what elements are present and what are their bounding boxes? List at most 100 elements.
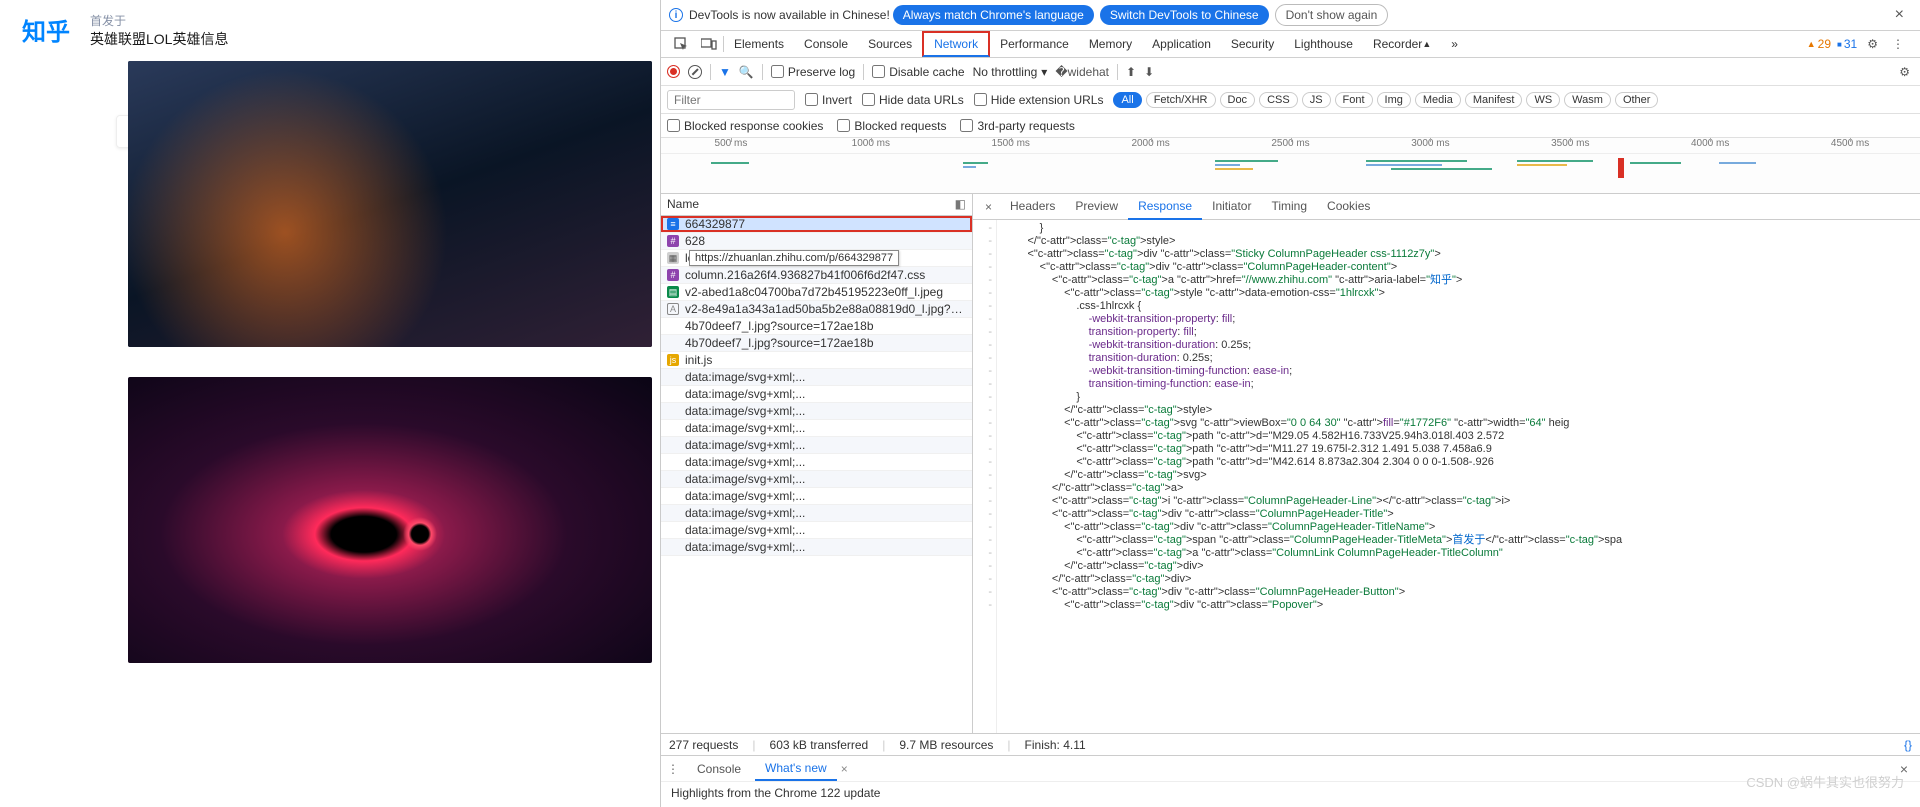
drawer-console-tab[interactable]: Console: [687, 758, 751, 780]
blocked-requests[interactable]: Blocked requests: [837, 119, 946, 133]
match-lang-button[interactable]: Always match Chrome's language: [893, 5, 1094, 25]
type-chip-ws[interactable]: WS: [1526, 92, 1560, 108]
disable-cache[interactable]: Disable cache: [872, 65, 964, 79]
request-row[interactable]: data:image/svg+xml;...: [661, 539, 972, 556]
throttling-select[interactable]: No throttling ▾: [973, 65, 1048, 79]
waterfall-toggle-icon[interactable]: ◧: [955, 197, 966, 211]
filter-icon[interactable]: ▼: [719, 65, 731, 79]
zhihu-logo[interactable]: 知乎: [22, 12, 70, 47]
type-chip-other[interactable]: Other: [1615, 92, 1659, 108]
column-title[interactable]: 英雄联盟LOL英雄信息: [90, 29, 228, 49]
requests-column: Name ◧ ≡664329877#628https://zhuanlan.zh…: [661, 194, 973, 733]
type-chip-all[interactable]: All: [1113, 92, 1141, 108]
type-chip-css[interactable]: CSS: [1259, 92, 1298, 108]
timeline-tick: 4000 ms: [1640, 138, 1780, 153]
divider: [710, 64, 711, 80]
type-chip-js[interactable]: JS: [1302, 92, 1331, 108]
kebab-icon[interactable]: ⋮: [1888, 35, 1908, 53]
response-body[interactable]: - - - - - - - - - - - - - - - - - - - - …: [973, 220, 1920, 733]
request-row[interactable]: data:image/svg+xml;...: [661, 403, 972, 420]
detail-tab-headers[interactable]: Headers: [1000, 194, 1065, 220]
blank-icon: [667, 371, 679, 383]
switch-cn-button[interactable]: Switch DevTools to Chinese: [1100, 5, 1269, 25]
request-row[interactable]: data:image/svg+xml;...: [661, 437, 972, 454]
request-row[interactable]: ▤v2-abed1a8c04700ba7d72b45195223e0ff_l.j…: [661, 284, 972, 301]
search-icon[interactable]: 🔍: [739, 65, 754, 79]
drawer-kebab-icon[interactable]: ⋮: [667, 762, 679, 776]
request-row[interactable]: data:image/svg+xml;...: [661, 369, 972, 386]
issues-badge[interactable]: 31: [1837, 37, 1857, 51]
img-icon: ▤: [667, 286, 679, 298]
third-party[interactable]: 3rd-party requests: [960, 119, 1074, 133]
type-chip-font[interactable]: Font: [1335, 92, 1373, 108]
close-detail-icon[interactable]: ×: [977, 196, 1000, 218]
download-icon[interactable]: ⬇: [1144, 65, 1154, 79]
drawer-whatsnew-tab[interactable]: What's new: [755, 757, 837, 781]
article-image-1[interactable]: [128, 61, 652, 347]
type-chip-img[interactable]: Img: [1377, 92, 1411, 108]
inspect-icon[interactable]: [673, 37, 689, 51]
tab-network[interactable]: Network: [922, 31, 990, 57]
name-header[interactable]: Name ◧: [661, 194, 972, 216]
type-chip-fetchxhr[interactable]: Fetch/XHR: [1146, 92, 1216, 108]
article-image-2[interactable]: [128, 377, 652, 663]
detail-tab-initiator[interactable]: Initiator: [1202, 194, 1261, 220]
detail-tab-timing[interactable]: Timing: [1261, 194, 1317, 220]
request-row[interactable]: 4b70deef7_l.jpg?source=172ae18b: [661, 335, 972, 352]
tab-security[interactable]: Security: [1221, 31, 1284, 57]
request-row[interactable]: ≡664329877: [661, 216, 972, 233]
response-code[interactable]: } </"c-attr">class="c-tag">style> <"c-at…: [997, 220, 1920, 733]
request-row[interactable]: data:image/svg+xml;...: [661, 505, 972, 522]
request-row[interactable]: 4b70deef7_l.jpg?source=172ae18b: [661, 318, 972, 335]
type-chip-media[interactable]: Media: [1415, 92, 1461, 108]
network-toolbar: ▼ 🔍 Preserve log Disable cache No thrott…: [661, 58, 1920, 86]
preserve-log[interactable]: Preserve log: [771, 65, 855, 79]
type-chip-wasm[interactable]: Wasm: [1564, 92, 1611, 108]
gear-icon[interactable]: ⚙: [1863, 35, 1882, 53]
request-row[interactable]: data:image/svg+xml;...: [661, 454, 972, 471]
timeline[interactable]: 500 ms1000 ms1500 ms2000 ms2500 ms3000 m…: [661, 138, 1920, 194]
network-settings-icon[interactable]: ⚙: [1895, 63, 1914, 81]
record-button[interactable]: [667, 65, 680, 78]
type-chip-doc[interactable]: Doc: [1220, 92, 1256, 108]
detail-tab-preview[interactable]: Preview: [1065, 194, 1128, 220]
more-tabs[interactable]: »: [1441, 31, 1468, 57]
invert-check[interactable]: Invert: [805, 93, 852, 107]
clear-button[interactable]: [688, 65, 702, 79]
hide-ext-urls[interactable]: Hide extension URLs: [974, 93, 1104, 107]
device-icon[interactable]: [701, 37, 717, 51]
close-icon[interactable]: ×: [1887, 6, 1912, 24]
hide-data-urls[interactable]: Hide data URLs: [862, 93, 964, 107]
request-row[interactable]: #628https://zhuanlan.zhihu.com/p/6643298…: [661, 233, 972, 250]
warnings-badge[interactable]: 29: [1807, 37, 1831, 51]
request-row[interactable]: data:image/svg+xml;...: [661, 420, 972, 437]
tab-recorder[interactable]: Recorder ▲: [1363, 31, 1441, 57]
request-row[interactable]: data:image/svg+xml;...: [661, 522, 972, 539]
tab-application[interactable]: Application: [1142, 31, 1221, 57]
request-row[interactable]: data:image/svg+xml;...: [661, 471, 972, 488]
request-row[interactable]: Av2-8e49a1a343a1ad50ba5b2e88a08819d0_l.j…: [661, 301, 972, 318]
request-row[interactable]: #column.216a26f4.936827b41f006f6d2f47.cs…: [661, 267, 972, 284]
tab-performance[interactable]: Performance: [990, 31, 1079, 57]
blank-icon: [667, 388, 679, 400]
upload-icon[interactable]: ⬆: [1126, 65, 1136, 79]
tab-elements[interactable]: Elements: [724, 31, 794, 57]
request-row[interactable]: data:image/svg+xml;...: [661, 488, 972, 505]
type-chip-manifest[interactable]: Manifest: [1465, 92, 1523, 108]
close-tab-icon[interactable]: ×: [841, 762, 848, 776]
request-row[interactable]: jsinit.js: [661, 352, 972, 369]
tab-sources[interactable]: Sources: [858, 31, 922, 57]
blocked-cookies[interactable]: Blocked response cookies: [667, 119, 823, 133]
pretty-print-icon[interactable]: {}: [1904, 738, 1912, 752]
tab-memory[interactable]: Memory: [1079, 31, 1142, 57]
request-row[interactable]: data:image/svg+xml;...: [661, 386, 972, 403]
dont-show-button[interactable]: Don't show again: [1275, 4, 1389, 26]
request-name: data:image/svg+xml;...: [685, 540, 805, 554]
tab-lighthouse[interactable]: Lighthouse: [1284, 31, 1363, 57]
filter-input[interactable]: [667, 90, 795, 110]
tab-console[interactable]: Console: [794, 31, 858, 57]
drawer-close-icon[interactable]: ×: [1894, 761, 1914, 777]
detail-tab-cookies[interactable]: Cookies: [1317, 194, 1380, 220]
wifi-icon[interactable]: �widehat: [1055, 65, 1109, 79]
detail-tab-response[interactable]: Response: [1128, 194, 1202, 220]
